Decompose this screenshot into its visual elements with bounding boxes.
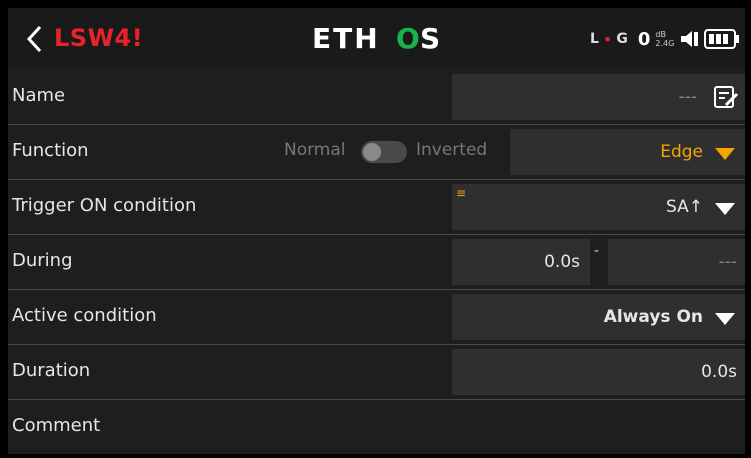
row-duration: Duration 0.0s bbox=[8, 345, 745, 400]
dropdown-arrow-icon bbox=[715, 148, 735, 160]
dropdown-arrow-icon bbox=[715, 313, 735, 325]
normal-option-label: Normal bbox=[284, 140, 346, 160]
toggle-knob bbox=[363, 143, 381, 161]
header-bar: LSW4! ETH O S L • G 0 dB 2.4G bbox=[8, 8, 745, 68]
row-comment[interactable]: Comment bbox=[8, 400, 745, 454]
during-min-field[interactable]: 0.0s bbox=[452, 239, 590, 285]
title-text: LSW4 bbox=[54, 24, 132, 52]
status-bar: L • G 0 dB 2.4G bbox=[590, 26, 740, 52]
page-title: LSW4! bbox=[54, 24, 143, 52]
duration-value: 0.0s bbox=[701, 362, 737, 382]
svg-text:S: S bbox=[420, 24, 440, 54]
row-name: Name --- bbox=[8, 70, 745, 125]
name-field[interactable]: --- bbox=[452, 74, 745, 120]
row-function: Function Normal Inverted Edge bbox=[8, 125, 745, 180]
trigger-on-value: SA↑ bbox=[666, 197, 703, 217]
function-label: Function bbox=[12, 140, 89, 161]
device-frame: LSW4! ETH O S L • G 0 dB 2.4G Name --- F… bbox=[0, 0, 751, 458]
inverted-option-label: Inverted bbox=[416, 140, 488, 160]
db-unit: dB bbox=[655, 30, 666, 39]
active-condition-value: Always On bbox=[603, 307, 703, 327]
row-trigger-on: Trigger ON condition ≡ SA↑ bbox=[8, 180, 745, 235]
during-max-value: --- bbox=[718, 252, 737, 272]
range-separator: - bbox=[594, 243, 600, 259]
gps-g-indicator: G bbox=[616, 31, 628, 47]
chevron-left-icon bbox=[26, 25, 42, 53]
record-dot-icon: • bbox=[602, 29, 613, 49]
active-condition-label: Active condition bbox=[12, 305, 157, 326]
link-l-indicator: L bbox=[590, 31, 599, 47]
trigger-on-dropdown[interactable]: ≡ SA↑ bbox=[452, 184, 745, 230]
duration-field[interactable]: 0.0s bbox=[452, 349, 745, 395]
comment-label: Comment bbox=[12, 415, 101, 436]
battery-icon bbox=[704, 28, 740, 50]
normal-inverted-toggle[interactable] bbox=[361, 141, 407, 163]
function-dropdown[interactable]: Edge bbox=[510, 129, 745, 175]
svg-text:O: O bbox=[396, 24, 420, 54]
back-button[interactable] bbox=[20, 22, 50, 56]
screen: LSW4! ETH O S L • G 0 dB 2.4G Name --- F… bbox=[8, 8, 745, 454]
active-condition-dropdown[interactable]: Always On bbox=[452, 294, 745, 340]
name-value: --- bbox=[678, 87, 697, 107]
during-min-value: 0.0s bbox=[544, 252, 580, 272]
band-label: 2.4G bbox=[655, 39, 675, 48]
during-label: During bbox=[12, 250, 73, 271]
trigger-on-label: Trigger ON condition bbox=[12, 195, 197, 216]
function-value: Edge bbox=[660, 142, 703, 162]
dropdown-arrow-icon bbox=[715, 203, 735, 215]
name-label: Name bbox=[12, 85, 66, 106]
rssi-value: 0 bbox=[637, 28, 651, 50]
speaker-icon bbox=[678, 28, 700, 50]
during-max-field[interactable]: --- bbox=[608, 239, 745, 285]
edit-icon bbox=[713, 85, 739, 113]
svg-text:ETH: ETH bbox=[312, 24, 380, 54]
ethos-logo: ETH O S bbox=[312, 22, 472, 55]
title-suffix: ! bbox=[131, 24, 144, 52]
duration-label: Duration bbox=[12, 360, 91, 381]
rssi-units: dB 2.4G bbox=[655, 30, 674, 48]
row-during: During 0.0s - --- bbox=[8, 235, 745, 290]
row-active-condition: Active condition Always On bbox=[8, 290, 745, 345]
options-marker-icon: ≡ bbox=[456, 186, 467, 200]
